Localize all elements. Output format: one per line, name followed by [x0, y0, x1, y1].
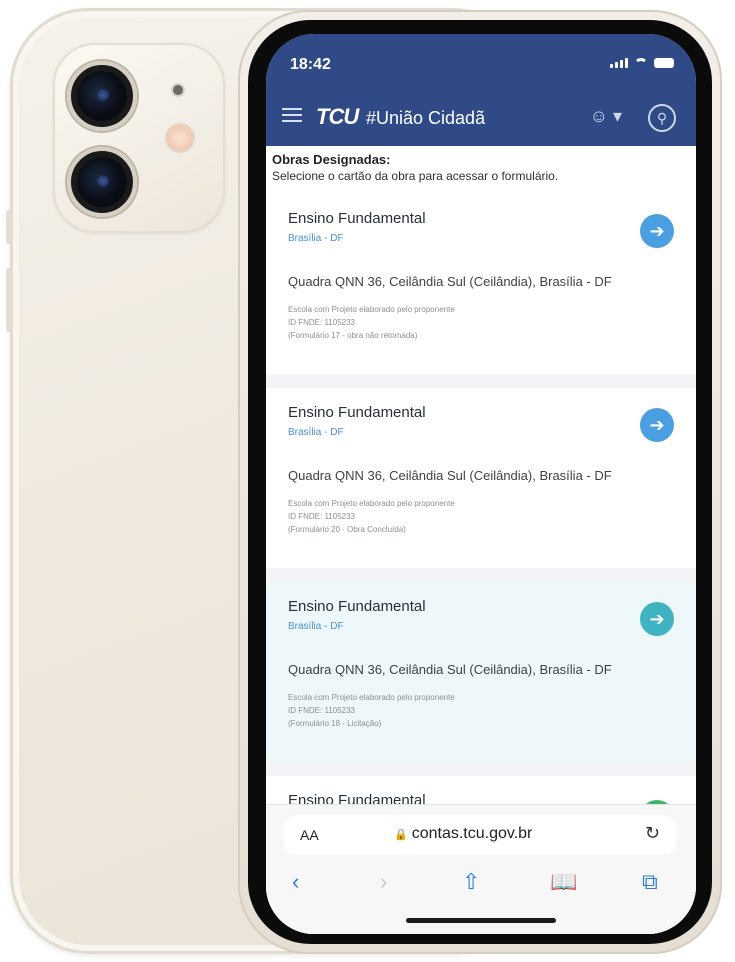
side-button — [6, 210, 12, 244]
card-address: Quadra QNN 36, Ceilândia Sul (Ceilândia)… — [288, 274, 612, 289]
card-address: Quadra QNN 36, Ceilândia Sul (Ceilândia)… — [288, 662, 612, 677]
card-detail: ID FNDE: 1105233 — [288, 706, 355, 715]
card-address: Quadra QNN 36, Ceilândia Sul (Ceilândia)… — [288, 468, 612, 483]
app-bar: TCU #União Cidadã ☺ ▾ ⚲ — [266, 96, 696, 142]
camera-module — [53, 43, 225, 233]
obra-card[interactable]: Ensino Fundamental Brasília - DF Quadra … — [266, 388, 696, 568]
intro-section: Obras Designadas: Selecione o cartão da … — [266, 146, 696, 194]
card-detail: (Formulário 18 - Licitação) — [288, 719, 382, 728]
obra-card[interactable]: Ensino Fundamental Brasília - DF Quadra … — [266, 194, 696, 374]
reload-icon[interactable]: ↻ — [645, 823, 660, 844]
app-title: #União Cidadã — [366, 108, 486, 128]
card-detail: Escola com Projeto elaborado pelo propon… — [288, 499, 455, 508]
card-title: Ensino Fundamental — [288, 210, 426, 227]
tabs-icon[interactable]: ⧉ — [642, 869, 658, 895]
top-bar: 18:42 TCU #União Cidadã ☺ ▾ ⚲ — [266, 34, 696, 146]
flash — [165, 123, 195, 153]
section-title: Obras Designadas: — [272, 152, 391, 167]
card-location: Brasília - DF — [288, 427, 344, 438]
tcu-logo: TCU — [316, 104, 359, 129]
menu-icon[interactable] — [282, 108, 302, 124]
browser-toolbar: AA 🔒 contas.tcu.gov.br ↻ ‹ › ⇧ 📖 ⧉ — [266, 804, 696, 934]
forward-icon[interactable]: › — [380, 869, 387, 895]
url-text: 🔒 contas.tcu.gov.br — [394, 825, 532, 843]
status-time: 18:42 — [290, 56, 331, 73]
card-location: Brasília - DF — [288, 233, 344, 244]
card-title: Ensino Fundamental — [288, 404, 426, 421]
camera-lens-bottom — [67, 147, 137, 217]
microphone-dot — [171, 83, 185, 97]
status-icons — [610, 58, 674, 68]
obra-card[interactable]: Ensino Fundamental Brasília - DF Quadra … — [266, 582, 696, 762]
card-details: Escola com Projeto elaborado pelo propon… — [288, 497, 676, 536]
search-icon[interactable]: ⚲ — [648, 104, 676, 132]
wifi-icon — [634, 58, 648, 68]
card-details: Escola com Projeto elaborado pelo propon… — [288, 303, 676, 342]
signal-icon — [610, 58, 628, 68]
card-location: Brasília - DF — [288, 621, 344, 632]
section-subtitle: Selecione o cartão da obra para acessar … — [272, 169, 559, 183]
card-details: Escola com Projeto elaborado pelo propon… — [288, 691, 676, 730]
card-detail: ID FNDE: 1105233 — [288, 512, 355, 521]
address-bar[interactable]: AA 🔒 contas.tcu.gov.br ↻ — [284, 815, 676, 855]
bookmarks-icon[interactable]: 📖 — [550, 869, 577, 895]
share-icon[interactable]: ⇧ — [462, 869, 480, 895]
url-value: contas.tcu.gov.br — [411, 825, 533, 842]
back-icon[interactable]: ‹ — [292, 869, 299, 895]
card-detail: (Formulário 17 - obra não retomada) — [288, 331, 418, 340]
arrow-right-icon[interactable]: ➔ — [640, 408, 674, 442]
camera-lens-top — [67, 61, 137, 131]
screen: 18:42 TCU #União Cidadã ☺ ▾ ⚲ Obras Desi… — [266, 34, 696, 934]
card-detail: (Formulário 20 - Obra Concluída) — [288, 525, 406, 534]
home-indicator — [406, 918, 556, 923]
arrow-right-icon[interactable]: ➔ — [640, 214, 674, 248]
card-detail: ID FNDE: 1105233 — [288, 318, 355, 327]
text-size-button[interactable]: AA — [300, 827, 319, 843]
volume-button — [6, 268, 12, 332]
browser-nav: ‹ › ⇧ 📖 ⧉ — [266, 869, 696, 899]
card-detail: Escola com Projeto elaborado pelo propon… — [288, 693, 455, 702]
battery-icon — [654, 58, 674, 68]
card-title: Ensino Fundamental — [288, 598, 426, 615]
card-detail: Escola com Projeto elaborado pelo propon… — [288, 305, 455, 314]
phone-front: 18:42 TCU #União Cidadã ☺ ▾ ⚲ Obras Desi… — [238, 10, 722, 954]
lock-icon: 🔒 — [394, 829, 408, 841]
arrow-right-icon[interactable]: ➔ — [640, 602, 674, 636]
user-icon[interactable]: ☺ ▾ — [590, 106, 622, 127]
